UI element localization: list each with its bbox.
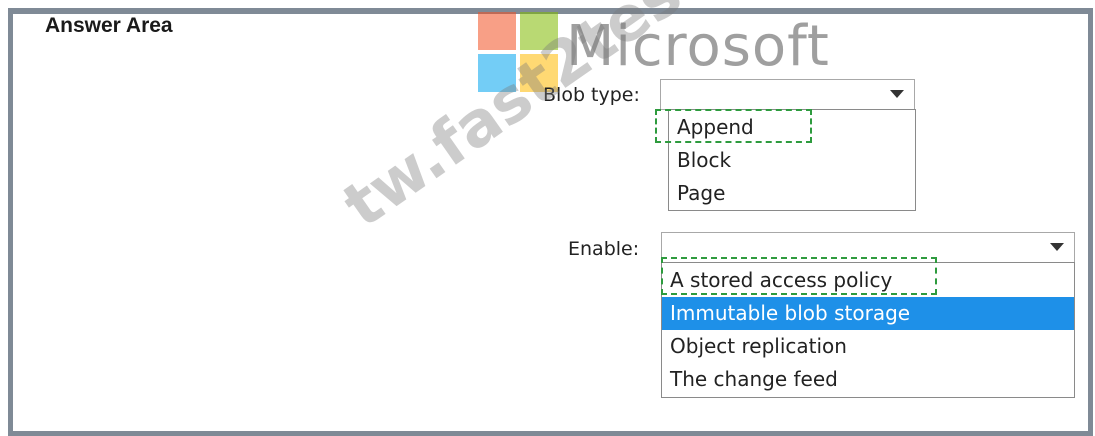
option-stored-access-policy[interactable]: A stored access policy — [662, 264, 1074, 297]
option-change-feed[interactable]: The change feed — [662, 363, 1074, 396]
option-page[interactable]: Page — [669, 177, 915, 210]
chevron-down-icon[interactable] — [1050, 243, 1064, 251]
blob-type-select[interactable] — [660, 79, 915, 110]
option-immutable-blob-storage[interactable]: Immutable blob storage — [662, 297, 1074, 330]
chevron-down-icon[interactable] — [890, 90, 904, 98]
option-object-replication[interactable]: Object replication — [662, 330, 1074, 363]
enable-label: Enable: — [568, 238, 640, 260]
enable-options: A stored access policy Immutable blob st… — [661, 262, 1075, 398]
blob-type-options: Append Block Page — [668, 109, 916, 211]
option-block[interactable]: Block — [669, 144, 915, 177]
logo-square-red — [478, 12, 516, 50]
enable-select[interactable] — [661, 232, 1075, 263]
option-append[interactable]: Append — [669, 111, 915, 144]
answer-area-title: Answer Area — [45, 14, 173, 37]
